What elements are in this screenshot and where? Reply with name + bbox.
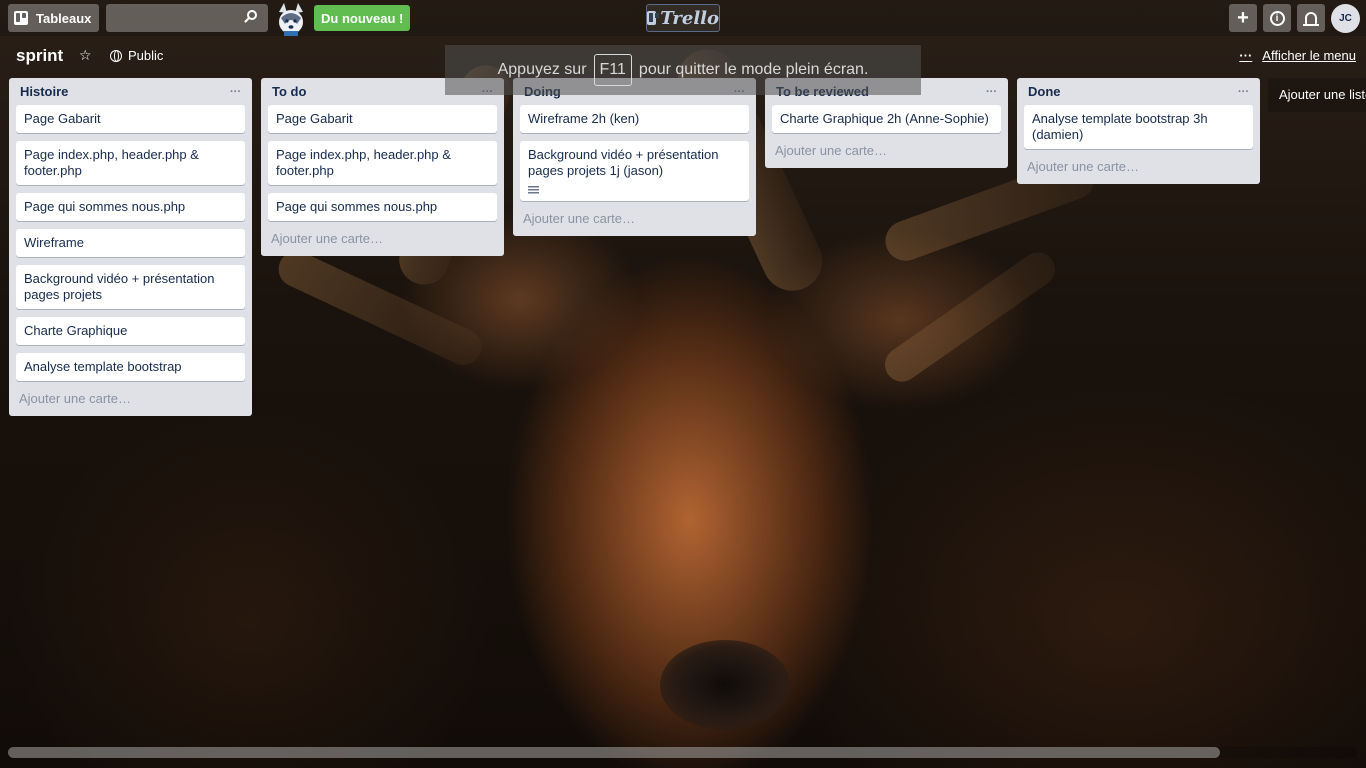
boards-icon	[14, 11, 28, 25]
boards-button[interactable]: Tableaux	[8, 4, 99, 32]
list-done: Done ··· Analyse template bootstrap 3h (…	[1017, 78, 1260, 184]
add-card-button[interactable]: Ajouter une carte…	[772, 141, 1001, 160]
horizontal-scrollbar-thumb[interactable]	[8, 747, 1220, 758]
notifications-button[interactable]	[1297, 4, 1325, 32]
star-icon[interactable]: ☆	[79, 47, 92, 64]
list-header[interactable]: Done ···	[1024, 78, 1253, 105]
card[interactable]: Page index.php, header.php & footer.php	[16, 141, 245, 185]
card[interactable]: Wireframe	[16, 229, 245, 257]
show-menu-button[interactable]: ··· Afficher le menu	[1239, 48, 1356, 63]
avatar[interactable]: JC	[1331, 4, 1360, 33]
new-features-badge[interactable]: Du nouveau !	[314, 5, 411, 31]
card[interactable]: Page qui sommes nous.php	[268, 193, 497, 221]
add-list-button[interactable]: Ajouter une liste…	[1268, 78, 1366, 112]
list-menu-icon[interactable]: ···	[1238, 86, 1249, 98]
add-card-button[interactable]: Ajouter une carte…	[268, 229, 497, 248]
card[interactable]: Charte Graphique	[16, 317, 245, 345]
fullscreen-notice: Appuyez sur F11 pour quitter le mode ple…	[445, 45, 921, 95]
card[interactable]: Analyse template bootstrap	[16, 353, 245, 381]
card[interactable]: Analyse template bootstrap 3h (damien)	[1024, 105, 1253, 149]
list-title[interactable]: Done	[1028, 84, 1061, 99]
list-menu-icon[interactable]: ···	[986, 86, 997, 98]
card[interactable]: Page Gabarit	[16, 105, 245, 133]
boards-label: Tableaux	[36, 10, 92, 26]
fullscreen-notice-after: pour quitter le mode plein écran.	[638, 61, 869, 78]
card[interactable]: Page index.php, header.php & footer.php	[268, 141, 497, 185]
bell-icon	[1303, 12, 1319, 26]
add-card-button[interactable]: Ajouter une carte…	[16, 389, 245, 408]
f11-key: F11	[593, 54, 632, 86]
trello-logo[interactable]: Trello	[646, 4, 720, 32]
list-title[interactable]: To do	[272, 84, 306, 99]
search-input[interactable]	[106, 4, 268, 32]
add-card-button[interactable]: Ajouter une carte…	[520, 209, 749, 228]
trello-logo-icon	[647, 11, 660, 25]
card-with-description[interactable]: Background vidéo + présentation pages pr…	[520, 141, 749, 201]
search-icon[interactable]	[247, 10, 257, 20]
visibility-button[interactable]: Public	[110, 48, 163, 63]
card[interactable]: Charte Graphique 2h (Anne-Sophie)	[772, 105, 1001, 133]
husky-mascot-icon[interactable]	[274, 2, 308, 36]
card[interactable]: Background vidéo + présentation pages pr…	[16, 265, 245, 309]
more-dots-icon: ···	[1239, 48, 1253, 63]
list-doing: Doing ··· Wireframe 2h (ken) Background …	[513, 78, 756, 236]
info-icon: i	[1269, 10, 1285, 26]
list-header[interactable]: Histoire ···	[16, 78, 245, 105]
add-card-button[interactable]: Ajouter une carte…	[1024, 157, 1253, 176]
globe-icon	[110, 49, 122, 62]
card-title: Background vidéo + présentation pages pr…	[528, 147, 719, 178]
top-header-bar: Tableaux Du nouveau ! Trello + i JC	[0, 0, 1366, 36]
list-histoire: Histoire ··· Page Gabarit Page index.php…	[9, 78, 252, 416]
card[interactable]: Page Gabarit	[268, 105, 497, 133]
list-to-do: To do ··· Page Gabarit Page index.php, h…	[261, 78, 504, 256]
card[interactable]: Page qui sommes nous.php	[16, 193, 245, 221]
info-button[interactable]: i	[1263, 4, 1291, 32]
board-title[interactable]: sprint	[16, 46, 63, 66]
visibility-label: Public	[128, 48, 164, 63]
trello-logo-text: Trello	[660, 7, 719, 29]
show-menu-label: Afficher le menu	[1262, 48, 1356, 63]
create-button[interactable]: +	[1229, 4, 1257, 32]
list-title[interactable]: Histoire	[20, 84, 68, 99]
fullscreen-notice-before: Appuyez sur	[497, 61, 587, 78]
list-menu-icon[interactable]: ···	[230, 86, 241, 98]
description-icon	[528, 186, 539, 195]
plus-icon: +	[1237, 7, 1249, 29]
card[interactable]: Wireframe 2h (ken)	[520, 105, 749, 133]
